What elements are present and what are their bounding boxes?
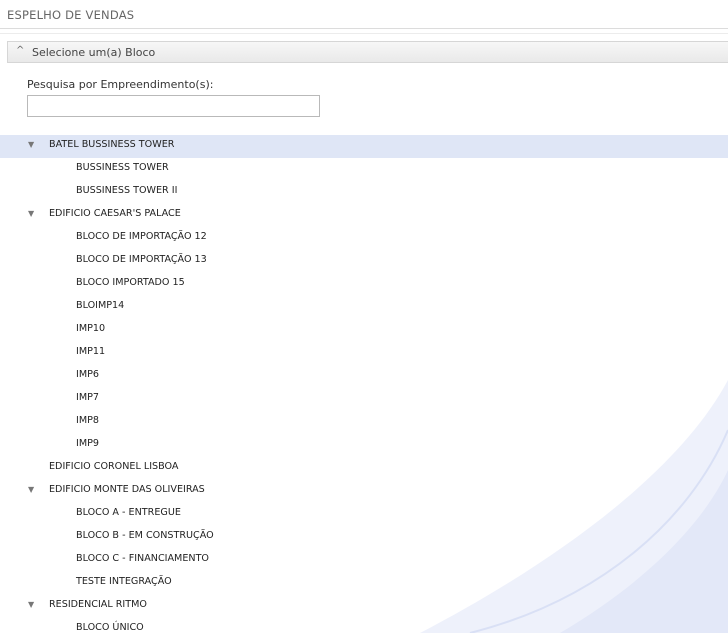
- tree-child-item[interactable]: BLOCO DE IMPORTAÇÃO 13: [0, 250, 728, 273]
- expand-toggle-icon[interactable]: ▼: [28, 595, 34, 615]
- tree-item-label: BATEL BUSSINESS TOWER: [49, 139, 175, 150]
- tree-child-item[interactable]: BLOCO DE IMPORTAÇÃO 12: [0, 227, 728, 250]
- tree-child-item[interactable]: BLOCO C - FINANCIAMENTO: [0, 549, 728, 572]
- block-tree: ▼ BATEL BUSSINESS TOWER BUSSINESS TOWER BUS…: [0, 135, 728, 641]
- tree-item-label: BLOCO B - EM CONSTRUÇÃO: [76, 530, 214, 541]
- page-title: ESPELHO DE VENDAS: [7, 8, 135, 22]
- tree-item-label: EDIFICIO CORONEL LISBOA: [49, 461, 179, 472]
- tree-group-item[interactable]: ▼ EDIFICIO CAESAR'S PALACE: [0, 204, 728, 227]
- panel-header[interactable]: ^ Selecione um(a) Bloco: [7, 41, 728, 63]
- search-label: Pesquisa por Empreendimento(s):: [27, 78, 214, 91]
- tree-child-item[interactable]: BLOCO IMPORTADO 15: [0, 273, 728, 296]
- tree-group-item[interactable]: EDIFICIO CORONEL LISBOA: [0, 457, 728, 480]
- tree-item-label: IMP10: [76, 323, 106, 334]
- tree-child-item[interactable]: IMP11: [0, 342, 728, 365]
- tree-item-label: RESIDENCIAL RITMO: [49, 599, 147, 610]
- tree-item-label: IMP7: [76, 392, 99, 403]
- tree-item-label: BUSSINESS TOWER II: [76, 185, 178, 196]
- search-input[interactable]: [27, 95, 320, 117]
- tree-item-label: BLOCO IMPORTADO 15: [76, 277, 185, 288]
- tree-item-label: BUSSINESS TOWER: [76, 162, 169, 173]
- title-divider: [0, 28, 728, 29]
- tree-item-label: BLOIMP14: [76, 300, 125, 311]
- tree-item-label: BLOCO DE IMPORTAÇÃO 12: [76, 231, 207, 242]
- tree-item-label: EDIFICIO CAESAR'S PALACE: [49, 208, 181, 219]
- tree-child-item[interactable]: BLOCO B - EM CONSTRUÇÃO: [0, 526, 728, 549]
- tree-group-item[interactable]: ▼ BATEL BUSSINESS TOWER: [0, 135, 728, 158]
- expand-toggle-icon[interactable]: ▼: [28, 135, 34, 155]
- tree-item-label: IMP8: [76, 415, 99, 426]
- tree-child-item[interactable]: TESTE INTEGRAÇÃO: [0, 572, 728, 595]
- collapse-caret-icon[interactable]: ^: [16, 45, 24, 56]
- tree-child-item[interactable]: IMP9: [0, 434, 728, 457]
- tree-child-item[interactable]: BLOIMP14: [0, 296, 728, 319]
- tree-item-label: BLOCO ÚNICO: [76, 622, 144, 633]
- tree-child-item[interactable]: BLOCO ÚNICO: [0, 618, 728, 641]
- panel-header-label: Selecione um(a) Bloco: [32, 46, 156, 59]
- title-divider-secondary: [0, 33, 728, 34]
- tree-child-item[interactable]: BUSSINESS TOWER: [0, 158, 728, 181]
- tree-child-item[interactable]: IMP7: [0, 388, 728, 411]
- tree-child-item[interactable]: IMP10: [0, 319, 728, 342]
- tree-group-item[interactable]: ▼ EDIFICIO MONTE DAS OLIVEIRAS: [0, 480, 728, 503]
- tree-item-label: TESTE INTEGRAÇÃO: [76, 576, 172, 587]
- tree-item-label: EDIFICIO MONTE DAS OLIVEIRAS: [49, 484, 205, 495]
- tree-item-label: BLOCO DE IMPORTAÇÃO 13: [76, 254, 207, 265]
- tree-child-item[interactable]: IMP8: [0, 411, 728, 434]
- expand-toggle-icon[interactable]: ▼: [28, 204, 34, 224]
- tree-child-item[interactable]: IMP6: [0, 365, 728, 388]
- tree-item-label: BLOCO C - FINANCIAMENTO: [76, 553, 209, 564]
- tree-child-item[interactable]: BLOCO A - ENTREGUE: [0, 503, 728, 526]
- tree-item-label: IMP11: [76, 346, 106, 357]
- tree-group-item[interactable]: ▼ RESIDENCIAL RITMO: [0, 595, 728, 618]
- tree-item-label: IMP9: [76, 438, 99, 449]
- tree-child-item[interactable]: BUSSINESS TOWER II: [0, 181, 728, 204]
- expand-toggle-icon[interactable]: ▼: [28, 480, 34, 500]
- tree-item-label: BLOCO A - ENTREGUE: [76, 507, 181, 518]
- tree-item-label: IMP6: [76, 369, 99, 380]
